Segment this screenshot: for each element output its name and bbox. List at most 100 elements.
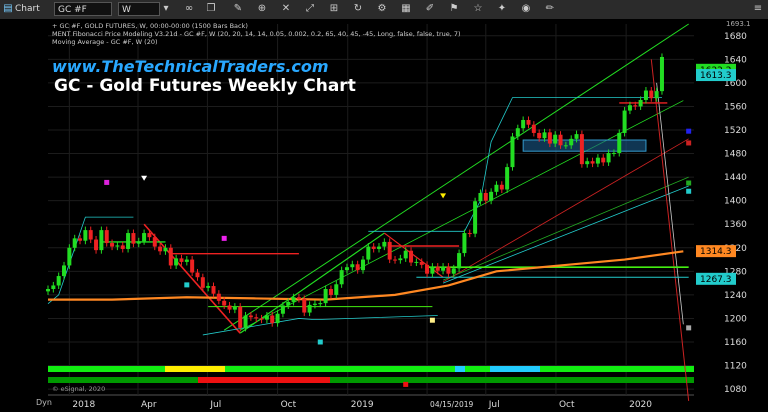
tools-icon[interactable]: ✎ xyxy=(232,3,244,15)
signal-marker xyxy=(221,235,227,241)
twitter-icon[interactable]: ✦ xyxy=(496,3,508,15)
signal-marker xyxy=(104,179,110,185)
ruler-icon[interactable]: ⊞ xyxy=(328,3,340,15)
chart-info-line1: + GC #F, GOLD FUTURES, W, 00:00-00:00 (1… xyxy=(52,22,248,30)
candle-body xyxy=(195,272,200,278)
signal-band-cyan xyxy=(455,366,465,372)
candle-body xyxy=(46,289,50,292)
signal-marker xyxy=(686,325,692,331)
chart-info-line2: MENT Fibonacci Price Modeling V3.21d - G… xyxy=(52,30,461,38)
candle-body xyxy=(441,266,446,271)
candle-body xyxy=(190,259,195,273)
edit-icon[interactable]: ✐ xyxy=(424,3,436,15)
menu-icon[interactable]: ≡ xyxy=(752,3,764,15)
candle-body xyxy=(147,233,152,238)
candle-body xyxy=(264,315,269,320)
candle-body xyxy=(606,152,611,163)
x-tick-label: 2019 xyxy=(351,400,374,410)
candle-body xyxy=(569,138,574,146)
y-tick-label: 1400 xyxy=(724,197,747,207)
candle-body xyxy=(307,304,312,313)
signal-marker xyxy=(317,339,323,345)
candle-body xyxy=(419,261,424,265)
dropdown-icon[interactable]: ▾ xyxy=(160,3,172,15)
candle-body xyxy=(574,134,579,139)
expand-icon[interactable]: ⤢ xyxy=(304,3,316,15)
candle-body xyxy=(393,259,398,261)
y-tick-label: 1120 xyxy=(724,362,747,372)
link-icon[interactable]: ∞ xyxy=(183,3,195,15)
candle-body xyxy=(627,105,632,111)
candle-body xyxy=(286,301,291,306)
candle-body xyxy=(291,297,296,302)
candle-body xyxy=(649,90,654,99)
candle-body xyxy=(531,124,536,133)
candle-body xyxy=(430,266,435,274)
candle-body xyxy=(617,132,622,153)
interval-input[interactable]: W xyxy=(118,2,160,16)
price-label-text: 1314.3 xyxy=(700,247,732,257)
signal-marker xyxy=(686,128,692,134)
candle-body xyxy=(366,246,371,260)
signal-marker xyxy=(686,188,692,194)
pencil-icon[interactable]: ✏ xyxy=(544,3,556,15)
candle-body xyxy=(542,132,547,139)
signal-band-bottom xyxy=(48,377,694,383)
candle-body xyxy=(115,245,120,247)
x-tick-label: Oct xyxy=(281,400,297,410)
candle-body xyxy=(312,303,317,305)
signal-band-cyan xyxy=(490,366,540,372)
candle-body xyxy=(67,247,72,266)
settings-icon[interactable]: ⚙ xyxy=(376,3,388,15)
candle-body xyxy=(521,119,526,129)
candle-body xyxy=(227,305,232,310)
candle-body xyxy=(275,313,280,324)
candle-body xyxy=(334,284,339,295)
candle-body xyxy=(462,233,467,254)
candle-body xyxy=(633,105,638,107)
refresh-icon[interactable]: ↻ xyxy=(352,3,364,15)
candle-body xyxy=(88,230,93,240)
x-tick-label: Oct xyxy=(559,400,575,410)
candle-body xyxy=(296,297,301,300)
candle-body xyxy=(435,266,440,271)
candle-body xyxy=(515,128,520,137)
pin-icon[interactable]: ⊕ xyxy=(256,3,268,15)
candle-body xyxy=(131,233,136,244)
candle-body xyxy=(489,191,494,201)
flag-icon[interactable]: ⚑ xyxy=(448,3,460,15)
candle-body xyxy=(659,56,664,92)
candle-body xyxy=(78,238,83,241)
candle-body xyxy=(259,318,264,320)
candle-body xyxy=(553,134,558,144)
candle-body xyxy=(72,238,77,248)
star-icon[interactable]: ☆ xyxy=(472,3,484,15)
candle-body xyxy=(270,315,275,324)
candle-body xyxy=(579,134,584,165)
signal-marker xyxy=(686,180,692,186)
chart-tab-label[interactable]: Chart xyxy=(15,2,40,16)
candle-body xyxy=(302,299,307,313)
candle-body xyxy=(446,266,451,274)
signal-band-top xyxy=(48,366,694,372)
chart-icon[interactable]: ▤ xyxy=(2,3,14,15)
copy-icon[interactable]: ❐ xyxy=(205,3,217,15)
close-icon[interactable]: ✕ xyxy=(280,3,292,15)
candle-body xyxy=(494,184,499,192)
grid-icon[interactable]: ▦ xyxy=(400,3,412,15)
signal-band-red xyxy=(198,377,330,383)
dyn-label: Dyn xyxy=(36,398,52,407)
x-tick-label: 2020 xyxy=(629,400,652,410)
x-tick-label: Apr xyxy=(141,400,157,410)
symbol-input[interactable]: GC #F xyxy=(54,2,112,16)
candle-body xyxy=(601,157,606,163)
camera-icon[interactable]: ◉ xyxy=(520,3,532,15)
candle-body xyxy=(355,264,360,271)
price-label-text: 1267.3 xyxy=(700,275,732,285)
candle-body xyxy=(478,193,483,202)
candle-body xyxy=(451,268,456,274)
candle-body xyxy=(174,258,179,266)
candle-body xyxy=(318,303,323,305)
candle-body xyxy=(563,145,568,147)
candle-body xyxy=(344,267,349,271)
